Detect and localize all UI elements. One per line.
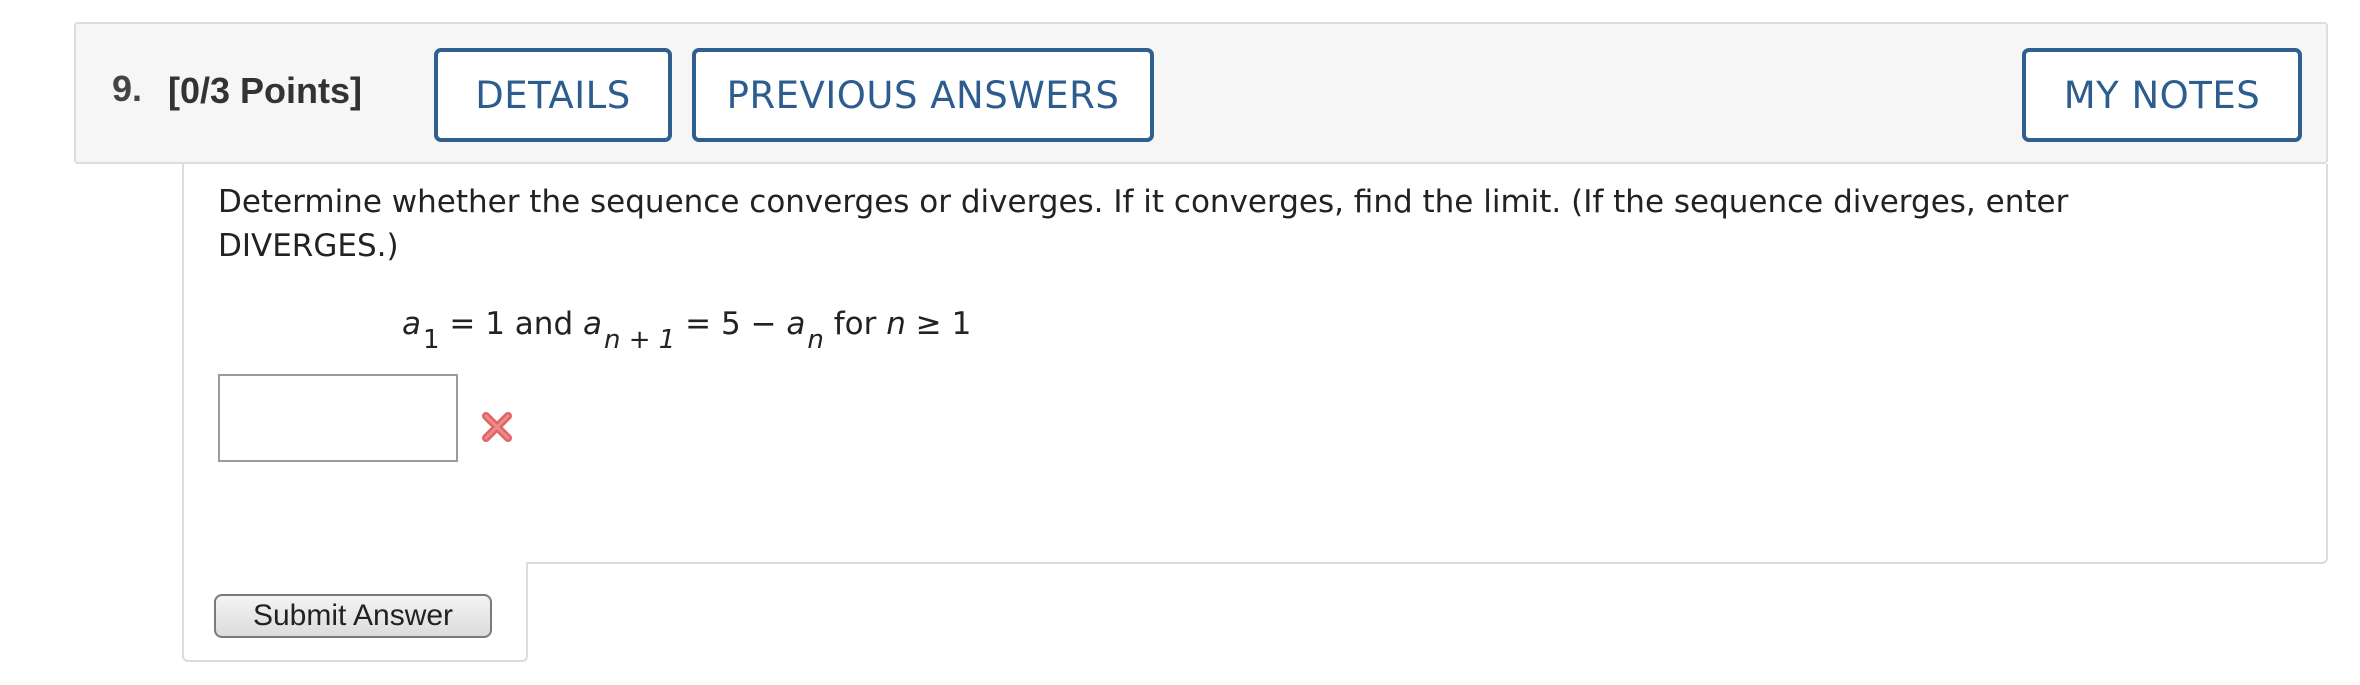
- question-header: 9. [0/3 Points] DETAILS PREVIOUS ANSWERS…: [74, 22, 2328, 164]
- question-number: 9.: [112, 68, 143, 109]
- sequence-formula: a1 = 1 and an + 1 = 5 − an for n ≥ 1: [402, 302, 972, 355]
- red-x-icon: [482, 412, 512, 442]
- formula-for: for: [823, 306, 887, 342]
- formula-an1-sub: n + 1: [604, 325, 675, 355]
- formula-eq-five: = 5 −: [675, 306, 787, 342]
- previous-answers-button[interactable]: PREVIOUS ANSWERS: [692, 48, 1154, 142]
- formula-geq-one: ≥ 1: [905, 306, 972, 342]
- formula-n-var: n: [886, 306, 906, 342]
- formula-an1-var: a: [582, 306, 602, 342]
- question-points: [0/3 Points]: [168, 70, 363, 111]
- formula-eq-one: = 1 and: [439, 306, 583, 342]
- answer-input[interactable]: [218, 374, 458, 462]
- formula-a1-var: a: [402, 306, 421, 342]
- formula-an-var: a: [786, 306, 806, 342]
- formula-a1-sub: 1: [423, 325, 440, 355]
- submit-answer-button[interactable]: Submit Answer: [214, 594, 492, 638]
- details-button[interactable]: DETAILS: [434, 48, 672, 142]
- my-notes-button[interactable]: MY NOTES: [2022, 48, 2302, 142]
- question-prompt: Determine whether the sequence converges…: [218, 184, 2069, 264]
- formula-an1-sub-text: n + 1: [603, 325, 676, 355]
- formula-an-sub-text: n: [807, 325, 824, 355]
- formula-an-sub: n: [807, 325, 823, 355]
